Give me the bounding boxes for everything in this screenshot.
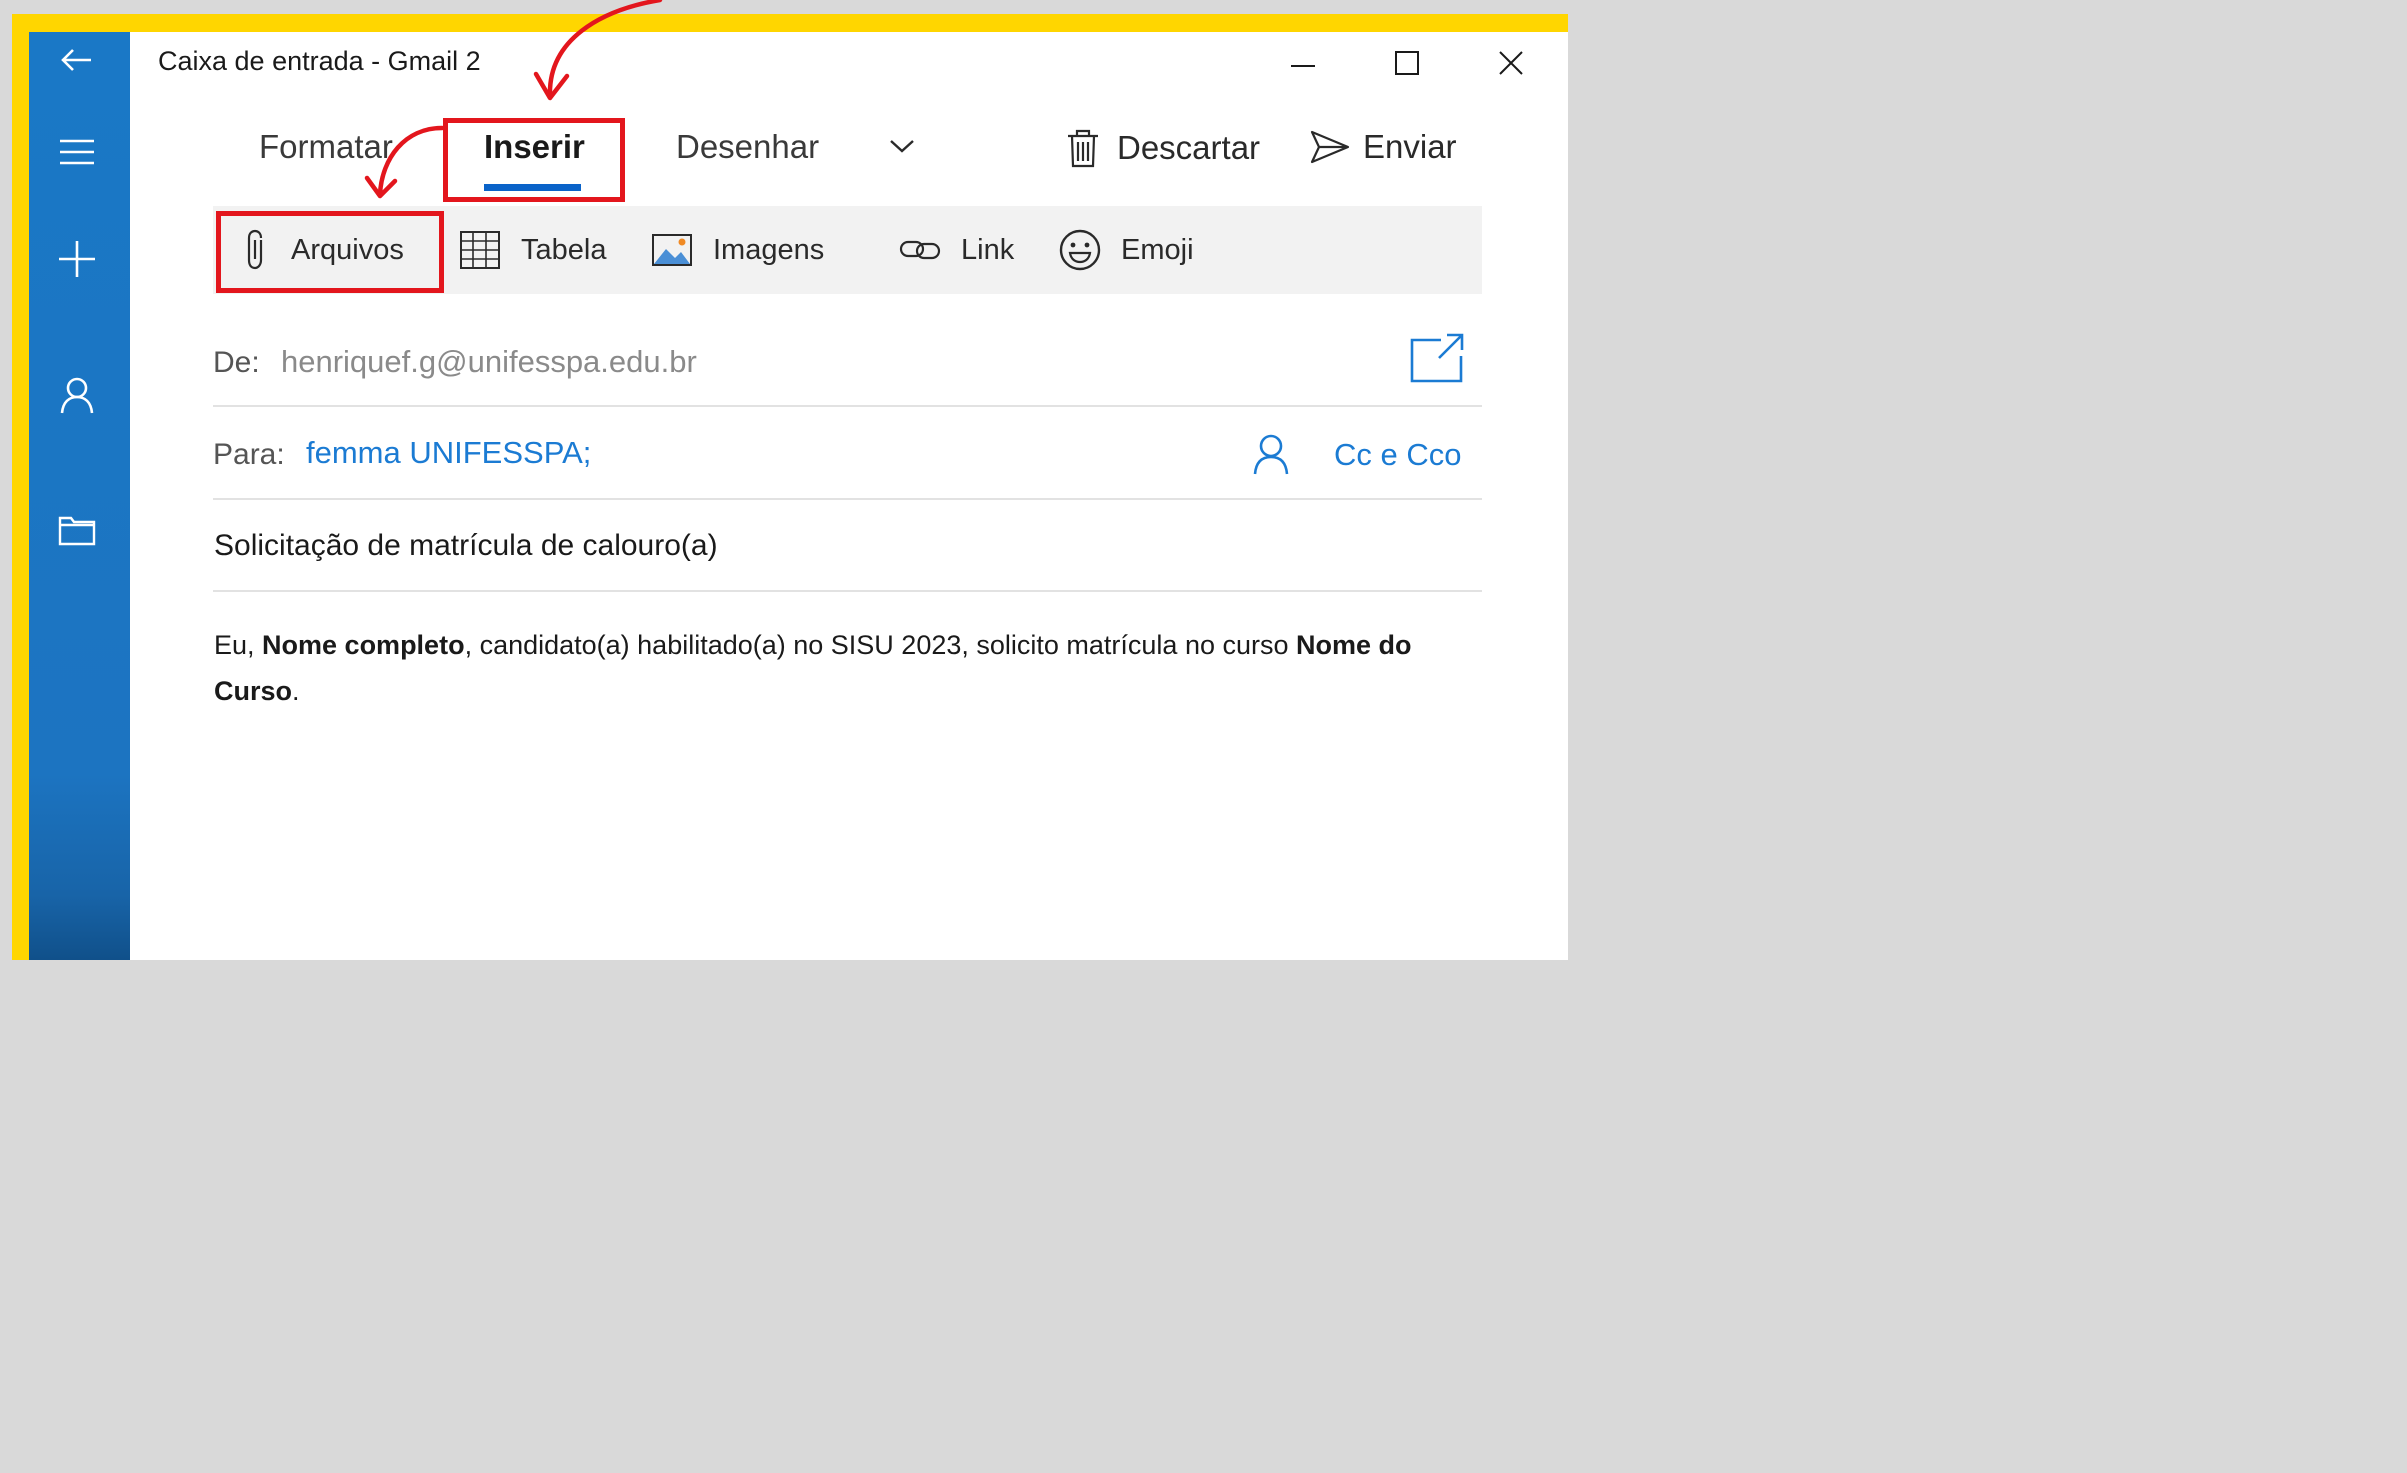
back-button[interactable]	[49, 32, 105, 88]
attach-files-label: Arquivos	[291, 233, 404, 266]
cc-bcc-link[interactable]: Cc e Cco	[1334, 437, 1461, 473]
mail-compose-window: Caixa de entrada - Gmail 2 Formatar Inse…	[29, 32, 1568, 960]
insert-link-label: Link	[961, 233, 1015, 266]
table-icon	[460, 231, 500, 269]
discard-label: Descartar	[1117, 129, 1261, 166]
tab-inserir[interactable]: Inserir	[484, 128, 585, 166]
to-label: Para:	[213, 438, 285, 471]
insert-image-button[interactable]: Imagens	[651, 206, 824, 294]
image-icon	[652, 234, 692, 266]
new-mail-button[interactable]	[49, 231, 105, 287]
popout-button[interactable]	[1409, 332, 1465, 389]
person-icon	[1253, 434, 1289, 475]
attach-files-button[interactable]: Arquivos	[241, 206, 404, 294]
insert-link-button[interactable]: Link	[899, 206, 1014, 294]
maximize-button[interactable]	[1375, 40, 1439, 86]
more-tabs-dropdown[interactable]	[887, 136, 917, 156]
accounts-button[interactable]	[49, 367, 105, 423]
minimize-button[interactable]	[1271, 40, 1335, 86]
plus-icon	[59, 241, 95, 277]
body-text-3: .	[292, 676, 300, 706]
active-tab-indicator	[484, 184, 581, 191]
minimize-icon	[1291, 65, 1315, 67]
insert-table-label: Tabela	[521, 233, 607, 266]
to-recipient[interactable]: femma UNIFESSPA;	[306, 435, 591, 471]
insert-emoji-label: Emoji	[1121, 233, 1194, 266]
insert-table-button[interactable]: Tabela	[459, 206, 606, 294]
add-contact-button[interactable]	[1251, 432, 1291, 481]
body-text-2: , candidato(a) habilitado(a) no SISU 202…	[464, 630, 1296, 660]
person-icon	[60, 377, 94, 414]
body-text-1: Eu,	[214, 630, 263, 660]
paperclip-icon	[247, 229, 263, 270]
tab-desenhar[interactable]: Desenhar	[676, 128, 819, 166]
maximize-icon	[1395, 51, 1419, 75]
folder-icon	[58, 516, 96, 546]
discard-button[interactable]: Descartar	[1065, 128, 1260, 168]
insert-ribbon: Arquivos Tabela Imagens Link Emoji	[213, 206, 1482, 294]
tab-formatar[interactable]: Formatar	[259, 128, 393, 166]
folders-button[interactable]	[49, 502, 105, 558]
close-button[interactable]	[1479, 40, 1543, 86]
window-title: Caixa de entrada - Gmail 2	[158, 46, 481, 76]
link-icon	[899, 240, 941, 260]
message-body[interactable]: Eu, Nome completo, candidato(a) habilita…	[214, 622, 1414, 714]
emoji-icon	[1059, 229, 1101, 271]
insert-emoji-button[interactable]: Emoji	[1059, 206, 1194, 294]
send-label: Enviar	[1363, 128, 1457, 165]
insert-image-label: Imagens	[713, 233, 825, 266]
send-icon	[1310, 130, 1350, 164]
back-arrow-icon	[61, 49, 91, 71]
subject-field[interactable]: Solicitação de matrícula de calouro(a)	[214, 529, 718, 563]
body-bold-name: Nome completo	[262, 630, 465, 660]
menu-button[interactable]	[49, 124, 105, 180]
from-address[interactable]: henriquef.g@unifesspa.edu.br	[281, 344, 697, 380]
trash-icon	[1068, 129, 1098, 168]
send-button[interactable]: Enviar	[1309, 128, 1457, 166]
from-label: De:	[213, 346, 260, 379]
hamburger-icon	[60, 139, 94, 165]
sidebar	[29, 32, 130, 960]
popout-icon	[1410, 333, 1464, 383]
chevron-down-icon	[890, 140, 914, 153]
close-icon	[1499, 51, 1523, 75]
from-divider	[213, 405, 1482, 407]
subject-divider	[213, 590, 1482, 592]
to-divider	[213, 498, 1482, 500]
